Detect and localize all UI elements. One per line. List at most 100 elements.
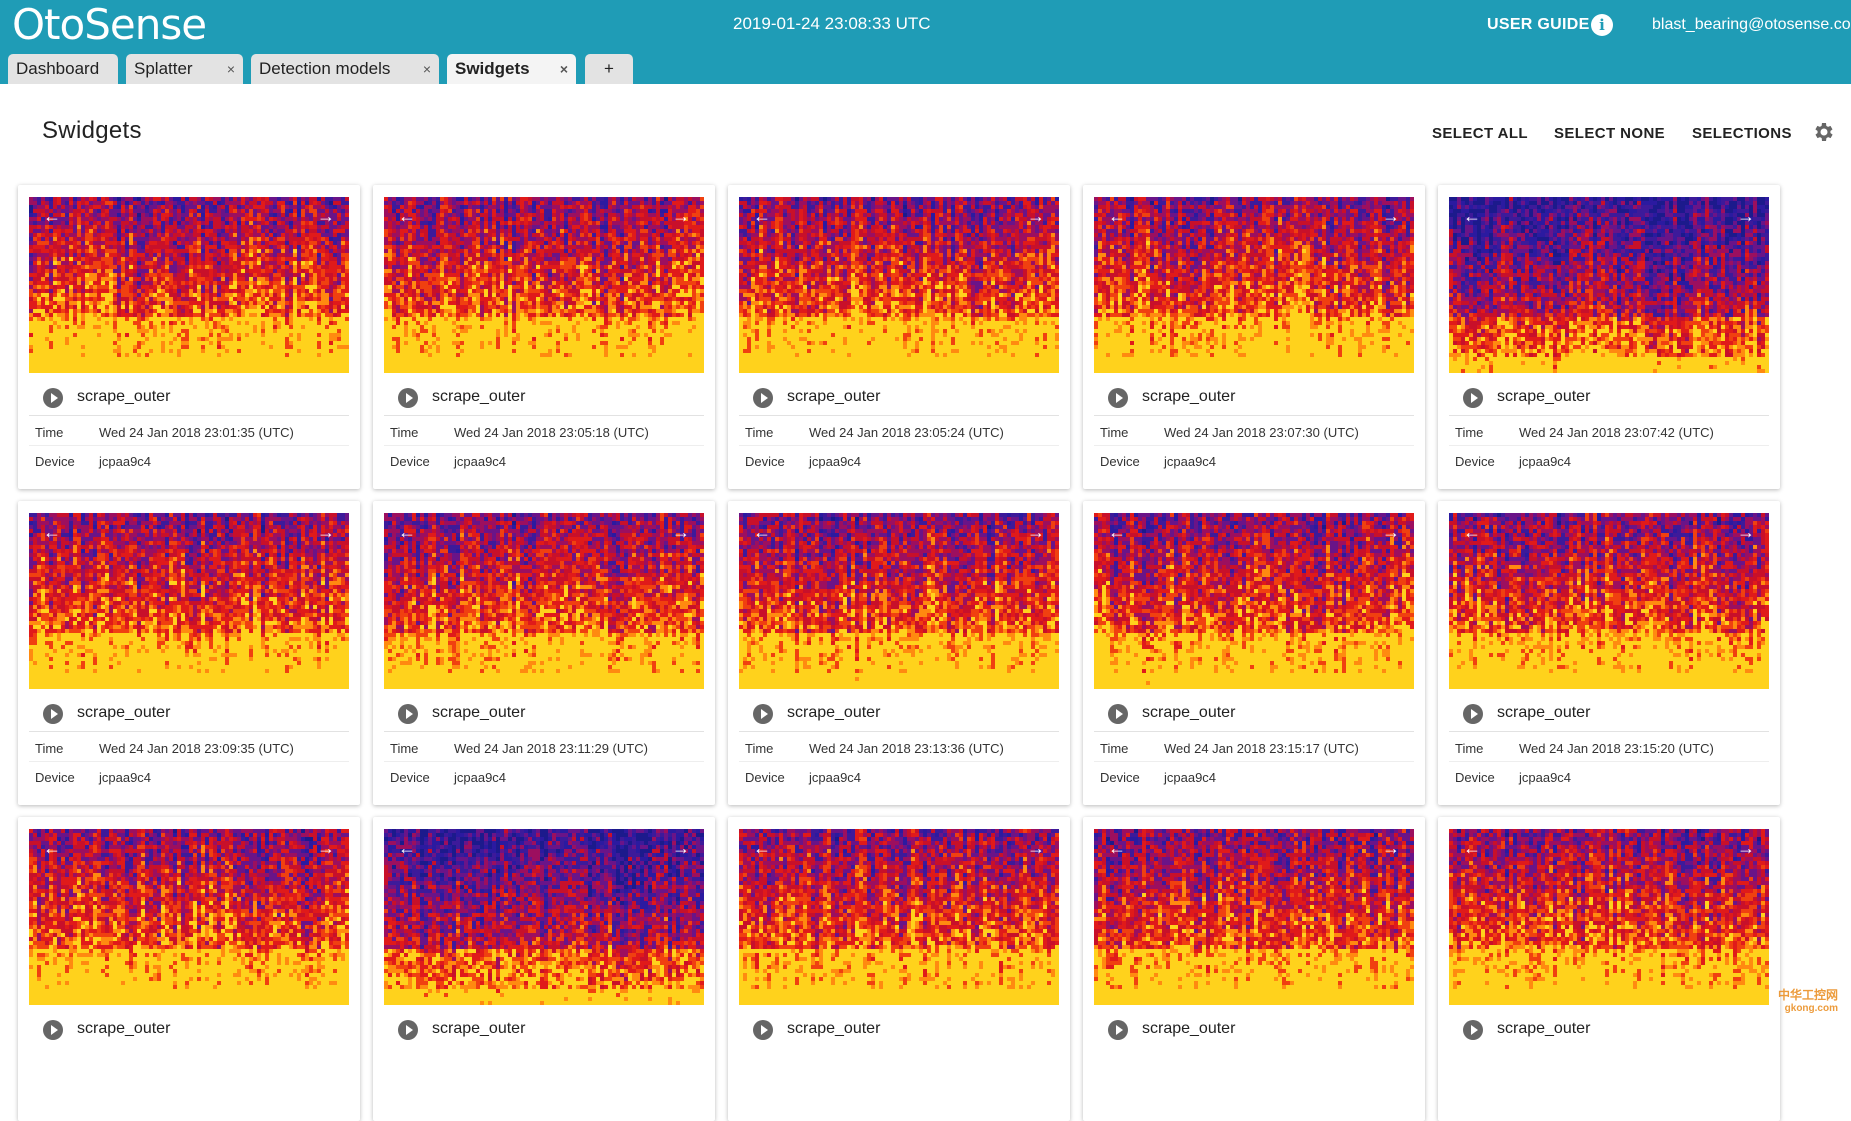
arrow-right-icon[interactable]: → [315, 521, 337, 543]
arrow-right-icon[interactable]: → [1025, 837, 1047, 859]
arrow-left-icon[interactable]: ← [1106, 521, 1128, 543]
spectrogram[interactable]: ← → [1449, 513, 1769, 689]
select-none-button[interactable]: SELECT NONE [1554, 125, 1665, 142]
arrow-left-icon[interactable]: ← [41, 837, 63, 859]
swidget-card[interactable]: ← → scrape_outer Time Wed 24 Jan 2018 23… [728, 185, 1070, 489]
arrow-left-icon[interactable]: ← [751, 521, 773, 543]
spectrogram[interactable]: ← → [739, 829, 1059, 1005]
arrow-right-icon[interactable]: → [670, 837, 692, 859]
swidget-card[interactable]: ← → scrape_outer Time Wed 24 Jan 2018 23… [1083, 501, 1425, 805]
tab-dashboard[interactable]: Dashboard [8, 54, 118, 84]
arrow-right-icon[interactable]: → [1735, 205, 1757, 227]
arrow-left-icon[interactable]: ← [396, 205, 418, 227]
spectrogram[interactable]: ← → [1094, 513, 1414, 689]
spectrogram[interactable]: ← → [29, 829, 349, 1005]
arrow-right-icon[interactable]: → [315, 837, 337, 859]
arrow-right-icon[interactable]: → [1380, 205, 1402, 227]
play-icon[interactable] [398, 704, 418, 724]
arrow-right-icon[interactable]: → [1735, 837, 1757, 859]
card-title: scrape_outer [1497, 704, 1590, 722]
play-icon[interactable] [753, 1020, 773, 1040]
swidget-card[interactable]: ← → scrape_outer Time Wed 24 Jan 2018 23… [1438, 185, 1780, 489]
arrow-left-icon[interactable]: ← [1461, 837, 1483, 859]
account-email[interactable]: blast_bearing@otosense.com [1652, 16, 1851, 34]
spectrogram[interactable]: ← → [384, 829, 704, 1005]
arrow-left-icon[interactable]: ← [751, 837, 773, 859]
spectrogram[interactable]: ← → [1449, 197, 1769, 373]
arrow-right-icon[interactable]: → [1380, 837, 1402, 859]
info-icon[interactable]: i [1591, 14, 1613, 36]
spectrogram[interactable]: ← → [384, 513, 704, 689]
play-icon[interactable] [1463, 1020, 1483, 1040]
arrow-left-icon[interactable]: ← [396, 521, 418, 543]
arrow-left-icon[interactable]: ← [41, 205, 63, 227]
swidget-card[interactable]: ← → scrape_outer [1083, 817, 1425, 1121]
swidget-card[interactable]: ← → scrape_outer Time Wed 24 Jan 2018 23… [373, 501, 715, 805]
swidget-card[interactable]: ← → scrape_outer [18, 817, 360, 1121]
spectrogram[interactable]: ← → [29, 197, 349, 373]
swidget-card[interactable]: ← → scrape_outer Time Wed 24 Jan 2018 23… [18, 185, 360, 489]
spectrogram[interactable]: ← → [384, 197, 704, 373]
user-guide-link[interactable]: USER GUIDE [1487, 16, 1590, 34]
play-icon[interactable] [753, 704, 773, 724]
play-icon[interactable] [1108, 388, 1128, 408]
arrow-right-icon[interactable]: → [1735, 521, 1757, 543]
play-icon[interactable] [43, 704, 63, 724]
arrow-left-icon[interactable]: ← [1106, 205, 1128, 227]
spectrogram[interactable]: ← → [1449, 829, 1769, 1005]
spectrogram[interactable]: ← → [29, 513, 349, 689]
arrow-left-icon[interactable]: ← [1461, 205, 1483, 227]
time-label: Time [35, 425, 63, 440]
divider [739, 731, 1059, 732]
divider [384, 731, 704, 732]
app-logo[interactable]: OtoSense [12, 2, 206, 48]
select-all-button[interactable]: SELECT ALL [1432, 125, 1528, 142]
spectrogram[interactable]: ← → [739, 513, 1059, 689]
add-tab-button[interactable]: + [585, 54, 633, 84]
swidget-card[interactable]: ← → scrape_outer Time Wed 24 Jan 2018 23… [18, 501, 360, 805]
arrow-left-icon[interactable]: ← [41, 521, 63, 543]
play-icon[interactable] [1108, 704, 1128, 724]
tab-detection-models[interactable]: Detection models × [251, 54, 439, 84]
swidget-card[interactable]: ← → scrape_outer [728, 817, 1070, 1121]
gear-icon[interactable] [1811, 120, 1835, 144]
swidget-card[interactable]: ← → scrape_outer [373, 817, 715, 1121]
swidget-card[interactable]: ← → scrape_outer Time Wed 24 Jan 2018 23… [373, 185, 715, 489]
close-icon[interactable]: × [227, 54, 235, 84]
tab-splatter[interactable]: Splatter × [126, 54, 243, 84]
swidget-card[interactable]: ← → scrape_outer Time Wed 24 Jan 2018 23… [728, 501, 1070, 805]
play-icon[interactable] [753, 388, 773, 408]
play-icon[interactable] [1463, 388, 1483, 408]
selections-button[interactable]: SELECTIONS [1692, 125, 1792, 142]
swidget-card[interactable]: ← → scrape_outer Time Wed 24 Jan 2018 23… [1438, 501, 1780, 805]
arrow-left-icon[interactable]: ← [1461, 521, 1483, 543]
play-icon[interactable] [398, 1020, 418, 1040]
arrow-right-icon[interactable]: → [670, 521, 692, 543]
arrow-left-icon[interactable]: ← [1106, 837, 1128, 859]
arrow-right-icon[interactable]: → [1025, 521, 1047, 543]
arrow-left-icon[interactable]: ← [751, 205, 773, 227]
close-icon[interactable]: × [423, 54, 431, 84]
device-value: jcpaa9c4 [99, 770, 151, 785]
divider [384, 761, 704, 762]
play-icon[interactable] [1463, 704, 1483, 724]
arrow-right-icon[interactable]: → [315, 205, 337, 227]
play-icon[interactable] [1108, 1020, 1128, 1040]
device-value: jcpaa9c4 [809, 454, 861, 469]
spectrogram[interactable]: ← → [1094, 197, 1414, 373]
play-icon[interactable] [43, 388, 63, 408]
play-icon[interactable] [43, 1020, 63, 1040]
tab-swidgets[interactable]: Swidgets × [447, 54, 576, 84]
spectrogram[interactable]: ← → [739, 197, 1059, 373]
spectrogram[interactable]: ← → [1094, 829, 1414, 1005]
arrow-right-icon[interactable]: → [1380, 521, 1402, 543]
time-value: Wed 24 Jan 2018 23:01:35 (UTC) [99, 425, 294, 440]
close-icon[interactable]: × [560, 54, 568, 84]
swidget-card[interactable]: ← → scrape_outer Time Wed 24 Jan 2018 23… [1083, 185, 1425, 489]
arrow-right-icon[interactable]: → [1025, 205, 1047, 227]
time-label: Time [1455, 425, 1483, 440]
swidget-card[interactable]: ← → scrape_outer [1438, 817, 1780, 1121]
play-icon[interactable] [398, 388, 418, 408]
arrow-left-icon[interactable]: ← [396, 837, 418, 859]
arrow-right-icon[interactable]: → [670, 205, 692, 227]
